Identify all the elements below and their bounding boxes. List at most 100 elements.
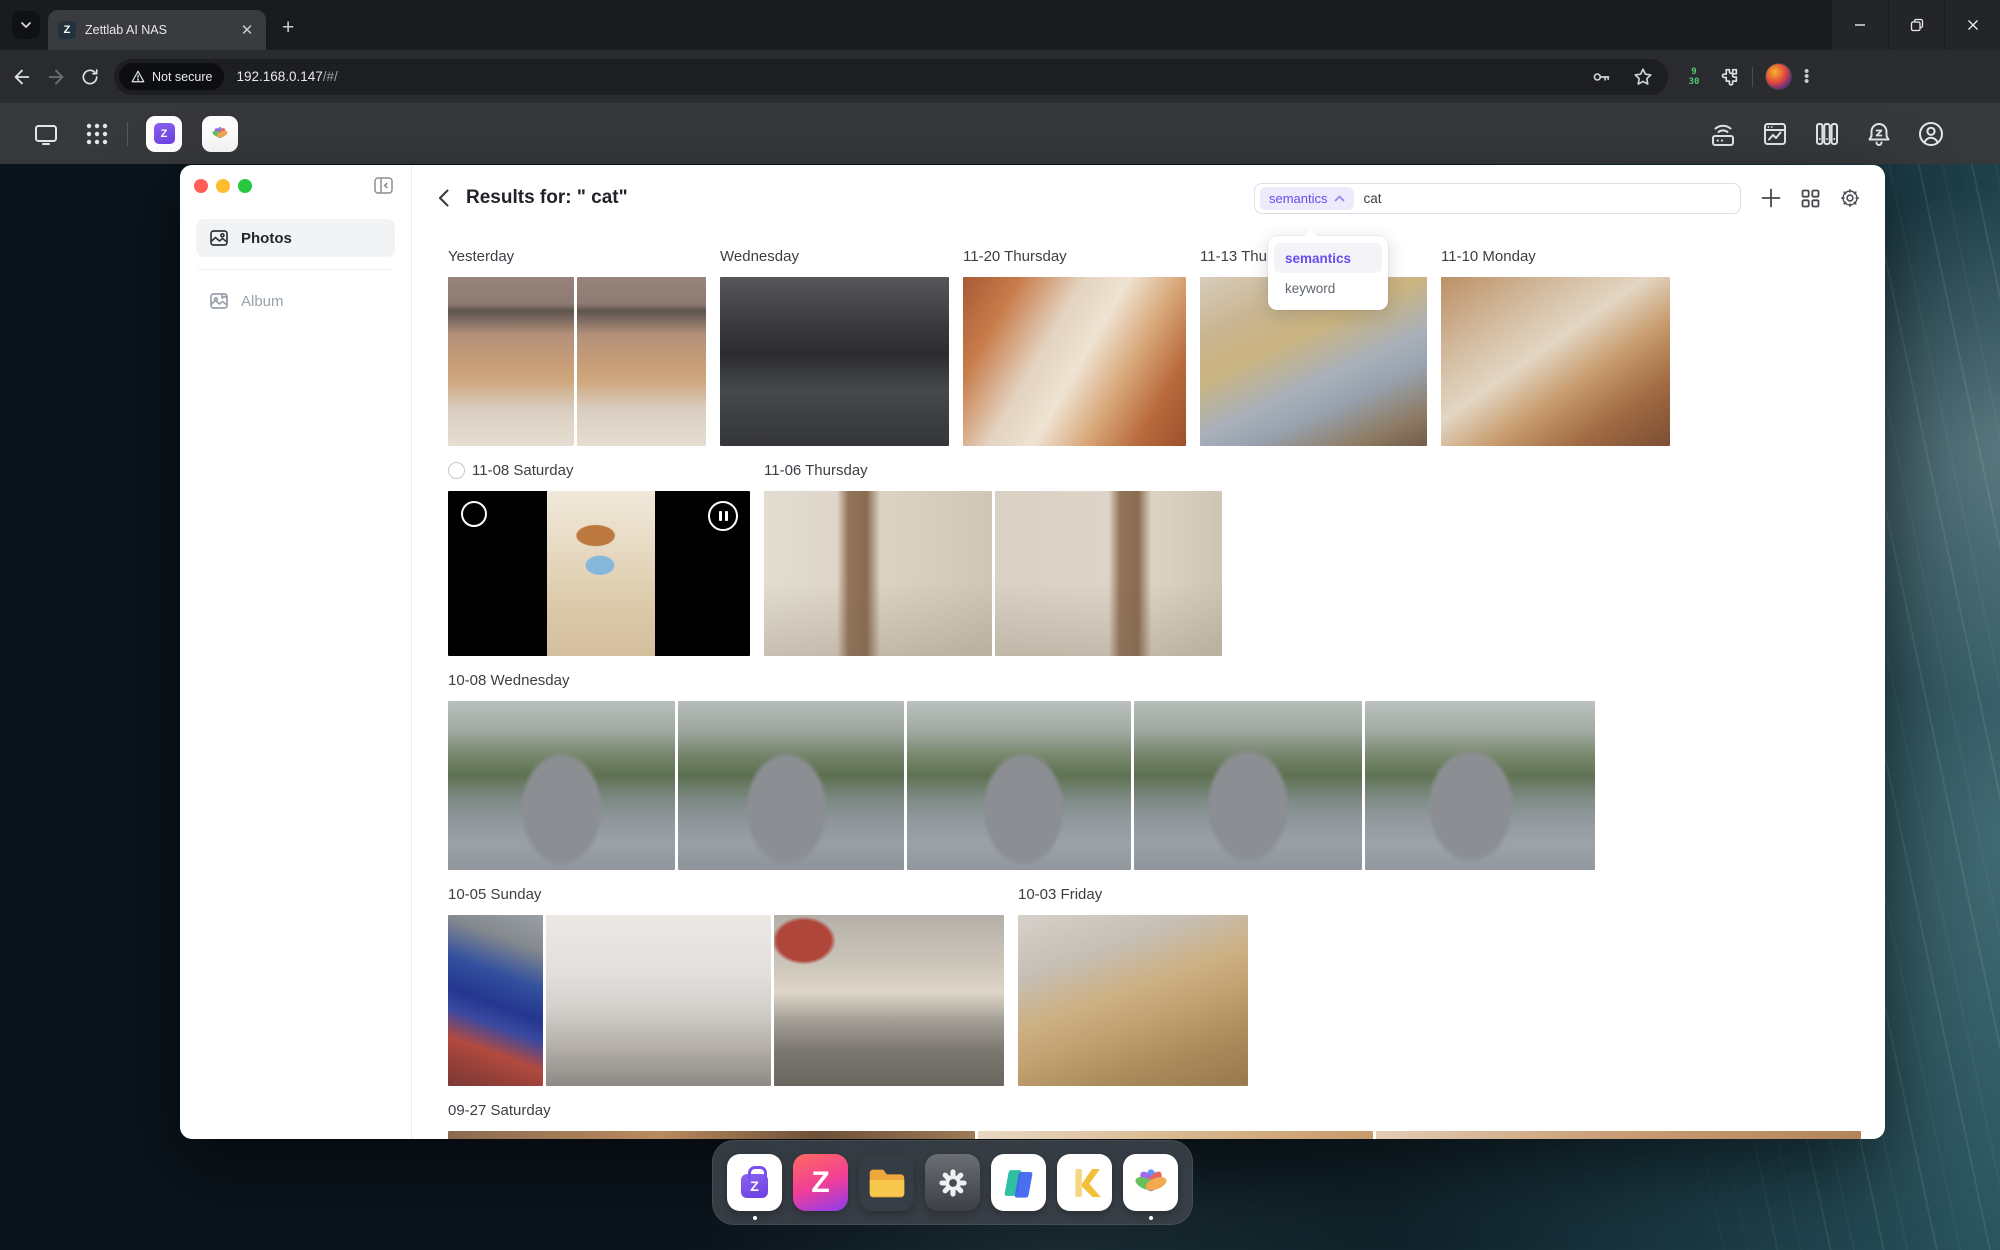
photos-app-window: Photos Album Results for: " cat" semant [180,165,1885,1139]
taskbar-photos-app[interactable] [202,116,238,152]
close-button[interactable] [1944,0,2000,50]
photos-icon [209,228,229,248]
storage-icon[interactable] [1813,120,1841,148]
desktop-icon[interactable] [33,122,59,146]
close-traffic-light[interactable] [194,179,208,193]
taskbar-zettlab-app[interactable]: Z [146,116,182,152]
cat-climbing-potted-plant-photo[interactable] [448,701,675,870]
app-launcher-icon[interactable] [85,122,109,146]
address-bar[interactable]: Not secure 192.168.0.147/#/ [114,59,1668,95]
cat-photo[interactable] [1376,1131,1861,1139]
chevron-up-icon [1334,195,1345,202]
bookmark-star-icon[interactable] [1632,66,1654,88]
dropdown-item-keyword[interactable]: keyword [1274,273,1382,303]
minimize-traffic-light[interactable] [216,179,230,193]
search-mode-dropdown: semantics keyword [1268,236,1388,310]
cat-by-door-photo[interactable] [995,491,1222,656]
add-button[interactable] [1760,187,1782,209]
sidebar-item-photos[interactable]: Photos [196,219,395,257]
photo-select-circle[interactable] [461,501,487,527]
close-icon [1966,18,1980,32]
new-tab-button[interactable]: + [282,16,294,40]
sidebar-collapse-button[interactable] [374,177,393,199]
black-cat-on-keyboard-photo[interactable] [720,277,949,446]
back-button[interactable] [10,65,34,89]
forward-button[interactable] [44,65,68,89]
account-icon[interactable] [1917,120,1945,148]
calendar-extension-badge[interactable]: 9 30 [1682,67,1706,87]
cat-looking-into-bucket-photo[interactable] [448,915,543,1086]
password-key-icon[interactable] [1590,66,1612,88]
cat-toy-video[interactable] [448,491,750,656]
photo-strip [764,491,1222,656]
warning-icon [131,70,145,83]
pause-button[interactable] [708,501,738,531]
extensions-puzzle-icon[interactable] [1718,66,1740,88]
date-label-text: Yesterday [448,248,514,265]
dock-k-app[interactable] [1057,1154,1112,1211]
back-chevron-icon[interactable] [437,188,450,208]
search-mode-label: semantics [1269,191,1328,206]
restore-button[interactable] [1888,0,1944,50]
photo-group: 11-06 Thursday [764,459,1222,656]
minimize-icon [1853,18,1867,32]
date-group-label: 11-10 Monday [1441,245,1670,267]
sidebar-item-album[interactable]: Album [196,282,395,320]
tab-close-icon[interactable]: ✕ [238,21,256,39]
calico-cat-on-scratcher-photo[interactable] [1018,915,1248,1086]
orange-cat-balcony-photo[interactable] [577,277,706,446]
reload-icon [80,67,100,87]
browser-url-bar: Not secure 192.168.0.147/#/ 9 30 ••• [0,50,2000,103]
photo-strip [448,915,1004,1086]
two-cats-playing-photo[interactable] [1441,277,1670,446]
photo-strip [963,277,1186,446]
white-cat-on-floor-photo[interactable] [546,915,771,1086]
dock-app-center[interactable]: Z [727,1154,782,1211]
select-group-radio[interactable] [448,462,465,479]
search-input[interactable] [1364,191,1732,206]
sidebar-item-label: Album [241,293,284,310]
cat-climbing-potted-plant-photo[interactable] [1365,701,1595,870]
layout-grid-button[interactable] [1801,189,1820,208]
orange-cat-balcony-photo[interactable] [448,277,574,446]
profile-avatar[interactable] [1765,63,1792,90]
notifications-icon[interactable] [1865,120,1893,148]
reload-button[interactable] [78,65,102,89]
dock-office[interactable] [991,1154,1046,1211]
cat-by-door-photo[interactable] [764,491,992,656]
dropdown-item-semantics[interactable]: semantics [1274,243,1382,273]
cat-lying-on-shop-ledge-photo[interactable] [774,915,1004,1086]
results-header: Results for: " cat" semantics [412,165,1885,231]
settings-button[interactable] [1839,187,1861,209]
photo-row: YesterdayWednesday11-20 Thursday11-13 Th… [448,245,1885,446]
cat-climbing-potted-plant-photo[interactable] [678,701,904,870]
cat-climbing-potted-plant-photo[interactable] [907,701,1131,870]
app-center-icon: Z [741,1174,768,1198]
browser-menu-icon[interactable]: ••• [1804,69,1809,84]
photo-group: 11-10 Monday [1441,245,1670,446]
search-mode-select[interactable]: semantics [1260,187,1354,210]
photos-flower-icon [208,122,232,146]
files-folder-icon [864,1160,910,1206]
desktop-taskbar: Z [0,103,2000,164]
cat-climbing-potted-plant-photo[interactable] [1134,701,1362,870]
cat-photo[interactable] [978,1131,1373,1139]
album-icon [209,291,229,311]
nas-device-icon[interactable] [1709,120,1737,148]
cat-behind-sunflower-phone-case-photo[interactable] [963,277,1186,446]
date-group-label: 10-05 Sunday [448,883,1004,905]
office-sheets-icon [997,1161,1041,1205]
zoom-traffic-light[interactable] [238,179,252,193]
cat-photo[interactable] [448,1131,975,1139]
minimize-button[interactable] [1832,0,1888,50]
dock-zettlab[interactable]: Z [793,1154,848,1211]
dock-settings[interactable] [925,1154,980,1211]
search-bar[interactable]: semantics [1254,183,1741,214]
dock-files[interactable] [859,1154,914,1211]
url-text: 192.168.0.147/#/ [236,69,337,84]
not-secure-chip[interactable]: Not secure [119,63,224,90]
tab-search-button[interactable] [12,11,40,39]
system-monitor-icon[interactable] [1761,120,1789,148]
browser-tab[interactable]: Z Zettlab AI NAS ✕ [48,10,266,50]
dock-photos[interactable] [1123,1154,1178,1211]
